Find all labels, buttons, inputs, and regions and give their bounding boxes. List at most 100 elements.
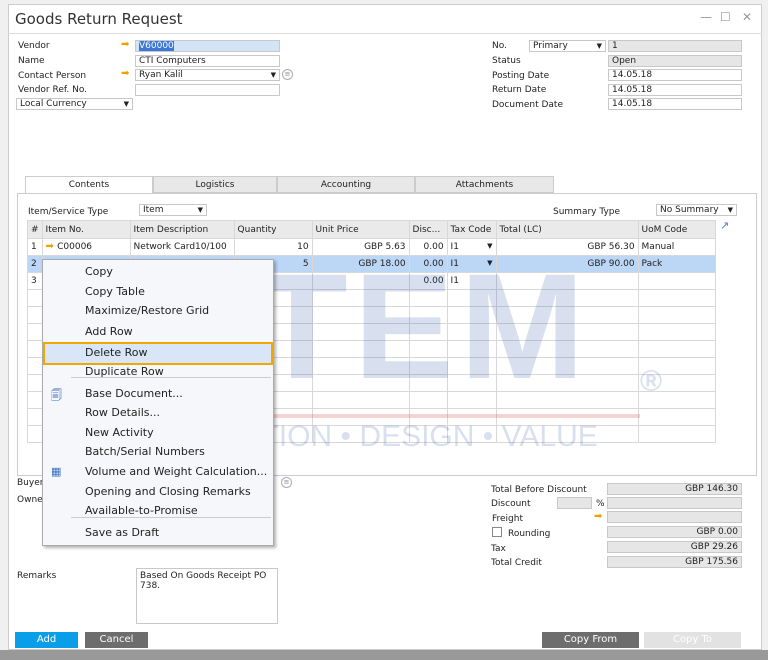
copy-from-button[interactable]: Copy From — [542, 632, 639, 648]
menu-item-available-to-promise[interactable]: Available-to-Promise — [85, 504, 198, 517]
maximize-button[interactable]: ☐ — [720, 10, 731, 24]
cell-uom[interactable] — [637, 272, 717, 290]
menu-item-batch-serial-numbers[interactable]: Batch/Serial Numbers — [85, 445, 205, 458]
col-header[interactable]: # — [27, 220, 43, 239]
empty-cell — [408, 425, 448, 443]
close-button[interactable]: ✕ — [742, 10, 752, 24]
empty-cell — [408, 391, 448, 409]
rounding-value: GBP 0.00 — [607, 526, 742, 538]
list-icon[interactable]: ≡ — [282, 69, 293, 80]
document-date-label: Document Date — [492, 100, 563, 110]
cell-uom[interactable]: Pack — [637, 255, 717, 273]
cell-disc[interactable]: 0.00 — [408, 272, 448, 290]
empty-cell — [495, 357, 639, 375]
menu-item-base-document[interactable]: Base Document... — [85, 387, 183, 400]
dropdown-icon[interactable]: ▼ — [487, 242, 492, 250]
empty-cell — [495, 289, 639, 307]
tab-logistics[interactable]: Logistics — [153, 176, 277, 193]
cell-price[interactable] — [311, 272, 410, 290]
col-header[interactable]: Unit Price — [311, 220, 410, 239]
cell-uom[interactable]: Manual — [637, 238, 717, 256]
vendor-link-arrow-icon[interactable]: ➡ — [121, 40, 129, 50]
menu-item-copy-table[interactable]: Copy Table — [85, 285, 145, 298]
empty-cell — [446, 357, 497, 375]
remarks-label: Remarks — [17, 571, 57, 581]
table-row[interactable]: 1 ➡ C00006 Network Card10/100 10 GBP 5.63 0.0… — [27, 238, 717, 256]
name-field[interactable]: CTI Computers — [135, 55, 280, 67]
contact-person-select[interactable]: Ryan Kalil — [135, 69, 280, 81]
cell-disc[interactable]: 0.00 — [408, 255, 448, 273]
menu-item-maximize-restore-grid[interactable]: Maximize/Restore Grid — [85, 304, 209, 317]
cell-total[interactable]: GBP 90.00 — [495, 255, 639, 273]
context-menu: Copy Copy Table Maximize/Restore Grid Add R… — [42, 259, 274, 546]
cell-n[interactable]: 3 — [27, 272, 43, 290]
tab-contents[interactable]: Contents — [25, 176, 153, 193]
cell-n[interactable]: 1 — [27, 238, 43, 256]
cell-text: 1 — [31, 242, 37, 252]
cell-n[interactable]: 2 — [27, 255, 43, 273]
add-button[interactable]: Add — [15, 632, 78, 648]
col-header[interactable]: Total (LC) — [495, 220, 639, 239]
tab-attachments[interactable]: Attachments — [415, 176, 554, 193]
cell-tax[interactable]: I1 ▼ — [446, 238, 497, 256]
buyer-label: Buyer — [17, 478, 44, 488]
rounding-checkbox[interactable] — [492, 527, 502, 537]
base-document-icon: 🗐 — [51, 389, 62, 402]
discount-percent-field[interactable] — [557, 497, 592, 509]
col-header[interactable]: Quantity — [233, 220, 313, 239]
currency-select[interactable]: Local Currency — [16, 98, 133, 110]
volume-weight-icon: ▦ — [51, 465, 62, 478]
cell-tax[interactable]: I1 — [446, 272, 497, 290]
menu-item-new-activity[interactable]: New Activity — [85, 426, 154, 439]
menu-item-delete-row[interactable]: Delete Row — [85, 346, 148, 359]
series-select[interactable]: Primary — [529, 40, 606, 52]
col-header[interactable]: Item No. — [41, 220, 131, 239]
empty-cell — [311, 374, 410, 392]
freight-arrow-icon[interactable]: ➡ — [594, 512, 602, 522]
summary-type-select[interactable]: No Summary — [656, 204, 737, 216]
cell-tax[interactable]: I1 ▼ — [446, 255, 497, 273]
empty-cell — [637, 391, 717, 409]
empty-cell — [27, 357, 43, 375]
cancel-button[interactable]: Cancel — [85, 632, 148, 648]
posting-date-field[interactable]: 14.05.18 — [608, 69, 742, 81]
item-type-select[interactable]: Item — [139, 204, 207, 216]
cell-disc[interactable]: 0.00 — [408, 238, 448, 256]
copy-to-button[interactable]: Copy To — [644, 632, 741, 648]
empty-cell — [495, 391, 639, 409]
item-link-arrow-icon[interactable]: ➡ — [46, 241, 58, 252]
discount-amount-field[interactable] — [607, 497, 742, 509]
empty-cell — [311, 391, 410, 409]
cell-total[interactable] — [495, 272, 639, 290]
cell-qty[interactable]: 10 — [233, 238, 313, 256]
menu-item-volume-and-weight-calculation[interactable]: Volume and Weight Calculation... — [85, 465, 267, 478]
col-header[interactable]: Tax Code — [446, 220, 497, 239]
col-header[interactable]: UoM Code — [637, 220, 717, 239]
vendor-field[interactable]: V60000 — [135, 40, 280, 52]
col-header[interactable]: Item Description — [129, 220, 235, 239]
col-header[interactable]: Disc... — [408, 220, 448, 239]
cell-total[interactable]: GBP 56.30 — [495, 238, 639, 256]
contact-link-arrow-icon[interactable]: ➡ — [121, 69, 129, 79]
document-date-field[interactable]: 14.05.18 — [608, 98, 742, 110]
dropdown-icon[interactable]: ▼ — [487, 259, 492, 267]
menu-item-copy[interactable]: Copy — [85, 265, 113, 278]
menu-item-opening-and-closing-remarks[interactable]: Opening and Closing Remarks — [85, 485, 251, 498]
remarks-textarea[interactable]: Based On Goods Receipt PO 738. — [136, 568, 278, 624]
window-title: Goods Return Request — [15, 10, 183, 28]
return-date-field[interactable]: 14.05.18 — [608, 84, 742, 96]
menu-item-add-row[interactable]: Add Row — [85, 325, 133, 338]
menu-item-row-details[interactable]: Row Details... — [85, 406, 160, 419]
cell-desc[interactable]: Network Card10/100 — [129, 238, 235, 256]
menu-item-save-as-draft[interactable]: Save as Draft — [85, 526, 159, 539]
cell-text: 0.00 — [423, 242, 444, 252]
expand-icon[interactable]: ↗ — [720, 219, 729, 232]
empty-cell — [495, 306, 639, 324]
tab-accounting[interactable]: Accounting — [277, 176, 415, 193]
vendor-ref-field[interactable] — [135, 84, 280, 96]
minimize-button[interactable]: — — [700, 10, 712, 24]
cell-price[interactable]: GBP 5.63 — [311, 238, 410, 256]
list-icon[interactable]: ≡ — [281, 477, 292, 488]
cell-item[interactable]: ➡ C00006 — [41, 238, 131, 256]
cell-price[interactable]: GBP 18.00 — [311, 255, 410, 273]
